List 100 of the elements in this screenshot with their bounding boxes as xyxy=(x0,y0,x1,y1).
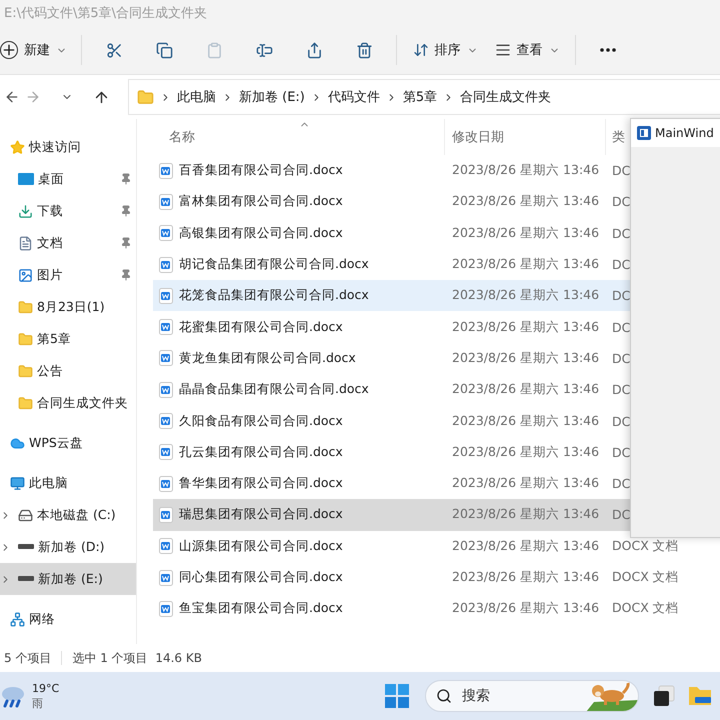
modified-date: 2023/8/26 星期六 13:46 xyxy=(451,506,600,524)
search-field[interactable]: 搜索 xyxy=(425,680,639,712)
file-name: 富林集团有限公司合同.docx xyxy=(179,193,343,210)
sidebar-item[interactable]: 此电脑 xyxy=(0,467,136,499)
file-name: 百香集团有限公司合同.docx xyxy=(179,162,343,180)
file-name: 久阳食品有限公司合同.docx xyxy=(179,412,343,430)
file-type: DC xyxy=(611,226,630,241)
file-type: DOCX 文档 xyxy=(611,569,679,586)
copy-icon xyxy=(156,42,172,58)
window-title: MainWind xyxy=(655,126,714,140)
address-bar[interactable]: 此电脑 新加卷 (E:) 代码文件 第5章 合同生成文件夹 xyxy=(128,79,720,115)
modified-date: 2023/8/26 星期六 13:46 xyxy=(451,600,600,618)
file-row[interactable]: 黄龙鱼集团有限公司合同.docx 2023/8/26 星期六 13:46 DC xyxy=(153,342,720,374)
start-icon[interactable] xyxy=(385,684,409,708)
selection-info: 选中 1 个项目 14.6 KB xyxy=(72,650,202,666)
file-row[interactable]: 同心集团有限公司合同.docx 2023/8/26 星期六 13:46 DOCX 文档 xyxy=(153,562,720,594)
document-icon xyxy=(159,506,173,523)
forward-icon xyxy=(25,89,41,105)
new-button[interactable]: 新建 xyxy=(0,32,73,68)
sidebar-item[interactable]: 网络 xyxy=(0,603,136,635)
sidebar-item[interactable]: 合同生成文件夹 xyxy=(0,387,136,419)
sidebar-item[interactable]: 图片 xyxy=(0,259,136,291)
item-count: 5 个项目 xyxy=(4,650,52,666)
sidebar-item[interactable]: WPS云盘 xyxy=(0,427,136,459)
file-row[interactable]: 高银集团有限公司合同.docx 2023/8/26 星期六 13:46 DC xyxy=(153,218,720,249)
file-type: DC xyxy=(611,350,630,366)
file-name: 胡记食品集团有限公司合同.docx xyxy=(179,256,369,274)
modified-date: 2023/8/26 星期六 13:46 xyxy=(451,256,600,274)
file-row[interactable]: 久阳食品有限公司合同.docx 2023/8/26 星期六 13:46 DC xyxy=(153,405,720,437)
modified-date: 2023/8/26 星期六 13:46 xyxy=(451,287,600,304)
column-header[interactable]: 修改日期 xyxy=(452,128,504,146)
plus-icon xyxy=(0,41,18,59)
breadcrumb-item[interactable]: 合同生成文件夹 xyxy=(460,88,552,106)
paste-icon xyxy=(206,42,222,58)
document-icon xyxy=(159,225,173,242)
window-title: E:\代码文件\第5章\合同生成文件夹 xyxy=(4,5,208,22)
breadcrumb-item[interactable]: 新加卷 (E:) xyxy=(239,88,305,106)
document-icon xyxy=(159,256,173,273)
file-row[interactable]: 胡记食品集团有限公司合同.docx 2023/8/26 星期六 13:46 DC xyxy=(153,248,720,280)
file-name: 同心集团有限公司合同.docx xyxy=(179,569,343,586)
file-type: DC xyxy=(611,288,630,304)
breadcrumb-item[interactable]: 代码文件 xyxy=(328,88,380,106)
file-name: 山源集团有限公司合同.docx xyxy=(179,538,343,555)
file-row[interactable]: 晶晶食品集团有限公司合同.docx 2023/8/26 星期六 13:46 DC xyxy=(153,374,720,406)
file-row[interactable]: 百香集团有限公司合同.docx 2023/8/26 星期六 13:46 DC xyxy=(153,155,720,186)
document-icon xyxy=(159,162,173,179)
document-icon xyxy=(159,413,173,430)
breadcrumb-item[interactable]: 第5章 xyxy=(402,88,438,106)
modified-date: 2023/8/26 星期六 13:46 xyxy=(451,318,600,336)
folder-icon xyxy=(18,300,33,314)
sidebar-item[interactable]: 新加卷 (D:) xyxy=(0,531,136,563)
file-name: 花蜜集团有限公司合同.docx xyxy=(179,318,343,336)
column-header[interactable]: 类 xyxy=(612,128,625,146)
sidebar-item[interactable]: 8月23日(1) xyxy=(0,291,136,323)
file-name: 瑞思集团有限公司合同.docx xyxy=(179,506,343,524)
file-type: DOCX 文档 xyxy=(611,600,679,618)
drive-icon xyxy=(18,508,33,522)
file-type: DC xyxy=(611,507,630,522)
cloud-icon xyxy=(10,436,25,450)
file-type: DOCX 文档 xyxy=(611,538,679,555)
folder-icon xyxy=(18,332,33,346)
share-icon xyxy=(306,42,322,58)
sidebar-item[interactable]: 第5章 xyxy=(0,323,136,355)
file-row[interactable]: 孔云集团有限公司合同.docx 2023/8/26 星期六 13:46 DC xyxy=(153,436,720,468)
file-row[interactable]: 山源集团有限公司合同.docx 2023/8/26 星期六 13:46 DOCX 文档 xyxy=(153,530,720,562)
delete-icon xyxy=(356,42,372,58)
column-header[interactable]: 名称 xyxy=(169,128,195,146)
breadcrumb-item[interactable]: 此电脑 xyxy=(177,88,216,106)
file-name: 高银集团有限公司合同.docx xyxy=(179,224,343,242)
sidebar-item[interactable]: 本地磁盘 (C:) xyxy=(0,499,136,531)
network-icon xyxy=(10,612,25,626)
document-icon xyxy=(159,288,173,304)
task-view-icon[interactable] xyxy=(653,685,675,707)
monitor-icon xyxy=(10,476,25,490)
sidebar-item[interactable]: 文档 xyxy=(0,227,136,259)
sidebar-item[interactable]: 下载 xyxy=(0,195,136,227)
document-icon xyxy=(159,476,173,492)
file-type: DC xyxy=(611,414,630,429)
file-row[interactable]: 鱼宝集团有限公司合同.docx 2023/8/26 星期六 13:46 DOCX 文档 xyxy=(153,593,720,624)
sort-button[interactable]: 排序 xyxy=(405,32,485,68)
modified-date: 2023/8/26 星期六 13:46 xyxy=(451,412,600,430)
file-type: DC xyxy=(611,320,630,335)
file-type: DC xyxy=(611,476,630,492)
rename-icon xyxy=(256,42,272,58)
document-icon xyxy=(159,570,173,586)
folder-icon xyxy=(18,396,33,410)
file-row[interactable]: 鲁华集团有限公司合同.docx 2023/8/26 星期六 13:46 DC xyxy=(153,468,720,500)
sidebar-item[interactable]: 公告 xyxy=(0,355,136,387)
sidebar-item[interactable]: 桌面 xyxy=(0,163,136,195)
file-row[interactable]: 富林集团有限公司合同.docx 2023/8/26 星期六 13:46 DC xyxy=(153,186,720,218)
document-icon xyxy=(159,350,173,366)
modified-date: 2023/8/26 星期六 13:46 xyxy=(451,162,600,180)
file-type: DC xyxy=(611,194,630,210)
document-icon xyxy=(159,319,173,336)
sort-icon xyxy=(412,42,428,58)
file-row[interactable]: 花蜜集团有限公司合同.docx 2023/8/26 星期六 13:46 DC xyxy=(153,311,720,343)
view-button[interactable]: 查看 xyxy=(487,32,567,68)
sidebar-item[interactable]: 新加卷 (E:) xyxy=(0,563,136,595)
sidebar-item[interactable]: 快速访问 xyxy=(0,131,136,163)
file-type: DC xyxy=(611,163,630,178)
